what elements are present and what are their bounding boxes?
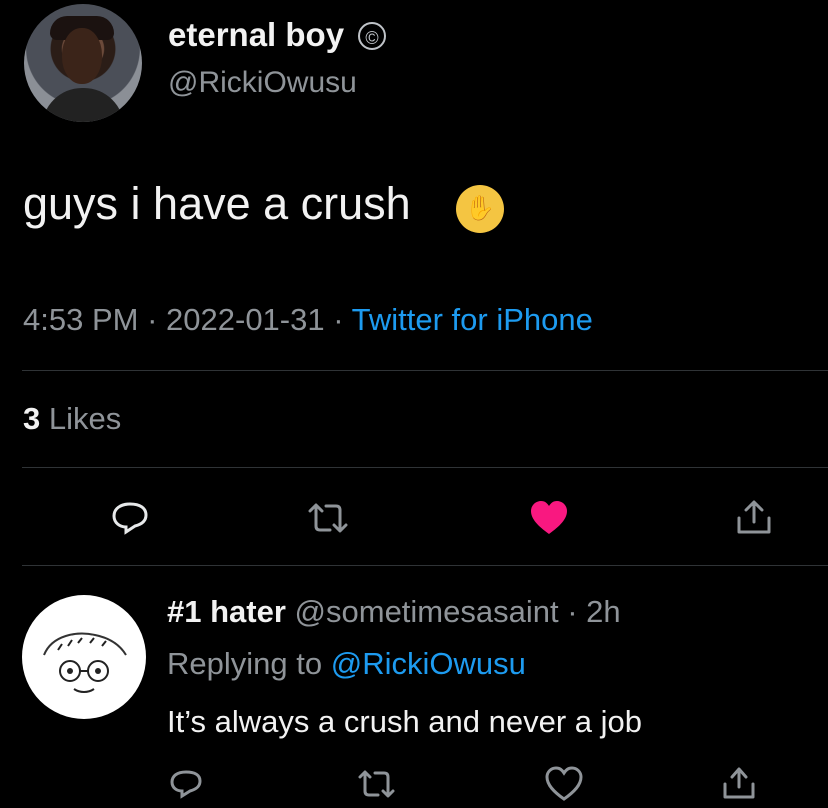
replying-prefix: Replying to bbox=[167, 646, 323, 681]
retweet-icon bbox=[358, 770, 395, 798]
tweet-text: guys i have a crush bbox=[23, 178, 411, 229]
retweet-icon bbox=[308, 503, 348, 533]
avatar-face bbox=[62, 28, 102, 84]
reply-age[interactable]: 2h bbox=[586, 594, 620, 629]
reply-author-avatar[interactable] bbox=[22, 595, 146, 719]
reply-retweet-button[interactable] bbox=[353, 760, 401, 808]
like-button[interactable] bbox=[525, 494, 573, 542]
doodle-face-icon bbox=[43, 632, 127, 693]
tweet-metadata: 4:53 PM · 2022-01-31 · Twitter for iPhon… bbox=[23, 302, 593, 338]
tweet-date[interactable]: 2022-01-31 bbox=[166, 302, 325, 337]
divider bbox=[22, 565, 828, 566]
divider bbox=[22, 370, 828, 371]
tweet-time[interactable]: 4:53 PM bbox=[23, 302, 138, 337]
share-icon bbox=[723, 767, 755, 799]
avatar-shirt bbox=[42, 88, 124, 122]
like-icon bbox=[545, 766, 583, 801]
reply-separator: · bbox=[567, 594, 578, 629]
divider bbox=[22, 467, 828, 468]
reply-button[interactable] bbox=[106, 494, 154, 542]
replying-to-mention[interactable]: @RickiOwusu bbox=[331, 646, 526, 681]
likes-label: Likes bbox=[48, 401, 122, 436]
meta-separator: · bbox=[147, 302, 158, 337]
like-icon bbox=[531, 501, 567, 534]
author-handle[interactable]: @RickiOwusu bbox=[168, 66, 357, 100]
likes-summary[interactable]: 3 Likes bbox=[23, 401, 121, 437]
copyright-badge-icon: © bbox=[358, 22, 386, 50]
likes-count: 3 bbox=[23, 401, 41, 436]
reply-icon bbox=[112, 502, 148, 535]
reply-author-handle[interactable]: @sometimesasaint bbox=[295, 594, 559, 629]
author-display-name[interactable]: eternal boy bbox=[168, 16, 344, 54]
author-avatar[interactable] bbox=[24, 4, 142, 122]
retweet-button[interactable] bbox=[304, 494, 352, 542]
reply-author-display-name[interactable]: #1 hater bbox=[167, 594, 286, 629]
reply-header: #1 hater @sometimesasaint · 2h bbox=[167, 594, 621, 630]
reply-icon bbox=[170, 770, 202, 799]
reply-like-button[interactable] bbox=[540, 760, 588, 808]
hand-over-mouth-emoji-icon: ✋ bbox=[456, 185, 504, 233]
share-button[interactable] bbox=[730, 494, 778, 542]
reply-text: It’s always a crush and never a job bbox=[167, 704, 643, 739]
meta-separator: · bbox=[333, 302, 344, 337]
reply-share-button[interactable] bbox=[715, 760, 763, 808]
tweet-source-link[interactable]: Twitter for iPhone bbox=[352, 302, 593, 337]
reply-reply-button[interactable] bbox=[162, 760, 210, 808]
share-icon bbox=[737, 500, 771, 534]
replying-to-line: Replying to @RickiOwusu bbox=[167, 646, 526, 682]
